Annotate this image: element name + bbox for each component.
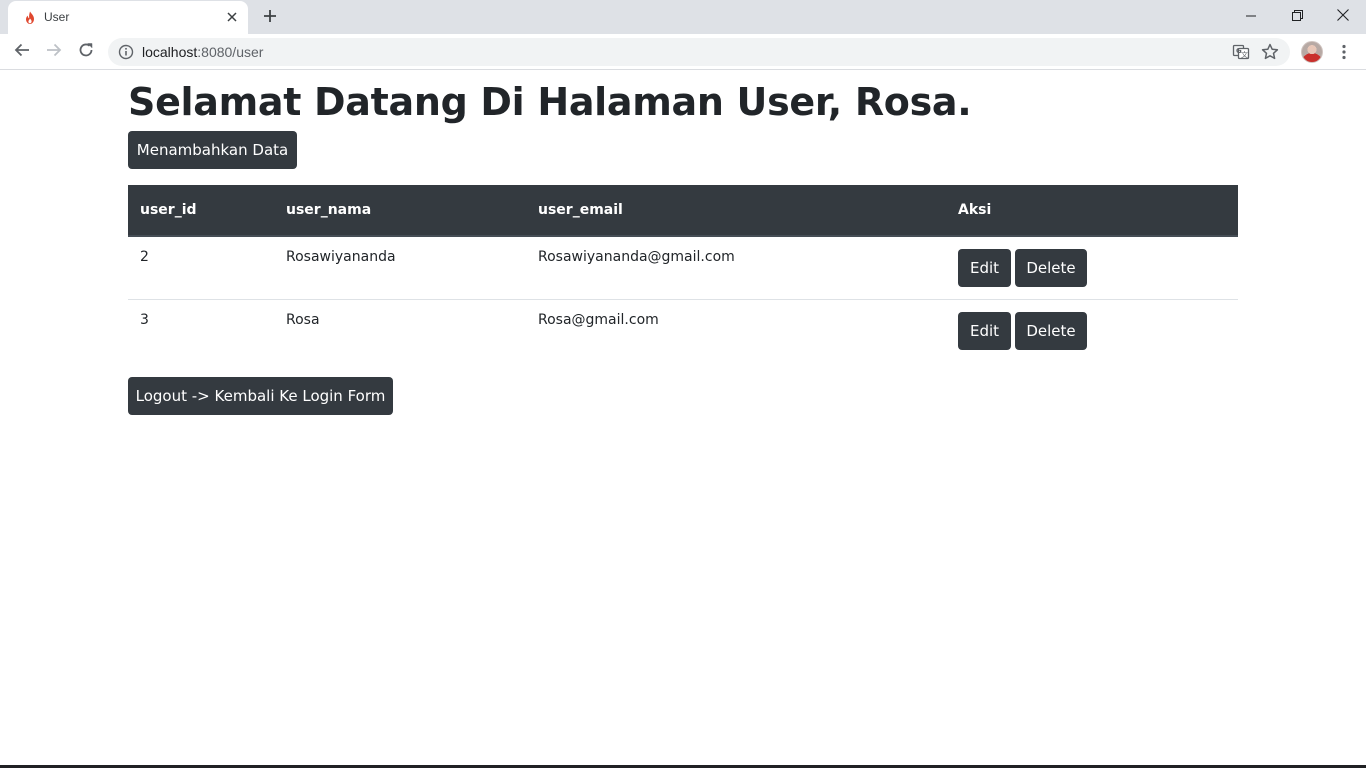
- back-button[interactable]: [8, 38, 36, 66]
- minimize-icon: [1246, 6, 1256, 25]
- users-table: user_id user_nama user_email Aksi 2 Rosa…: [128, 185, 1238, 362]
- close-icon[interactable]: [224, 9, 240, 25]
- forward-arrow-icon: [46, 42, 62, 62]
- edit-button[interactable]: Edit: [958, 249, 1011, 287]
- browser-toolbar: localhost:8080/user G 文: [0, 34, 1366, 70]
- back-arrow-icon: [14, 42, 30, 62]
- browser-tab[interactable]: User: [8, 1, 248, 34]
- delete-button[interactable]: Delete: [1015, 311, 1087, 350]
- close-icon: [1337, 6, 1349, 25]
- cell-user-email: Rosawiyananda@gmail.com: [538, 249, 735, 265]
- cell-aksi: Edit Delete: [946, 236, 1238, 299]
- url-host: localhost: [142, 44, 198, 60]
- table-header-row: user_id user_nama user_email Aksi: [128, 185, 1238, 237]
- new-tab-button[interactable]: [258, 6, 282, 28]
- reload-icon: [78, 42, 94, 62]
- url-path: :8080/user: [197, 44, 264, 60]
- column-header-user-nama: user_nama: [274, 185, 526, 237]
- avatar[interactable]: [1301, 41, 1323, 63]
- star-icon[interactable]: [1260, 42, 1280, 62]
- add-data-button[interactable]: Menambahkan Data: [128, 131, 297, 169]
- plus-icon: [263, 8, 277, 27]
- tab-title: User: [44, 10, 70, 24]
- table-row: 3 Rosa Rosa@gmail.com Edit Delete: [128, 298, 1238, 362]
- info-icon[interactable]: [118, 44, 134, 60]
- cell-user-id: 3: [128, 298, 274, 362]
- column-header-user-id: user_id: [128, 185, 274, 237]
- column-header-user-email: user_email: [526, 185, 946, 237]
- page-title: Selamat Datang Di Halaman User, Rosa.: [128, 80, 972, 124]
- restore-button[interactable]: [1274, 0, 1320, 30]
- cell-user-email: Rosa@gmail.com: [526, 298, 946, 362]
- logout-button[interactable]: Logout -> Kembali Ke Login Form: [128, 377, 393, 415]
- delete-button[interactable]: Delete: [1015, 249, 1087, 287]
- cell-user-nama: Rosa: [274, 298, 526, 362]
- address-bar[interactable]: localhost:8080/user G 文: [108, 38, 1290, 66]
- cell-aksi: Edit Delete: [946, 298, 1238, 362]
- cell-user-id: 2: [140, 249, 149, 265]
- minimize-button[interactable]: [1228, 0, 1274, 30]
- svg-text:文: 文: [1241, 50, 1248, 59]
- translate-icon[interactable]: G 文: [1232, 43, 1250, 61]
- edit-button[interactable]: Edit: [958, 311, 1011, 350]
- table-row: 2 Rosawiyananda Rosawiyananda@gmail.com …: [128, 236, 1238, 299]
- kebab-menu-icon[interactable]: [1334, 40, 1354, 64]
- flame-icon: [22, 10, 38, 26]
- close-window-button[interactable]: [1320, 0, 1366, 30]
- cell-user-nama: Rosawiyananda: [286, 249, 396, 265]
- browser-tabstrip: User: [0, 0, 1366, 34]
- column-header-aksi: Aksi: [946, 185, 1238, 237]
- reload-button[interactable]: [72, 38, 100, 66]
- address-url: localhost:8080/user: [142, 44, 263, 60]
- forward-button[interactable]: [40, 38, 68, 66]
- restore-icon: [1291, 6, 1303, 25]
